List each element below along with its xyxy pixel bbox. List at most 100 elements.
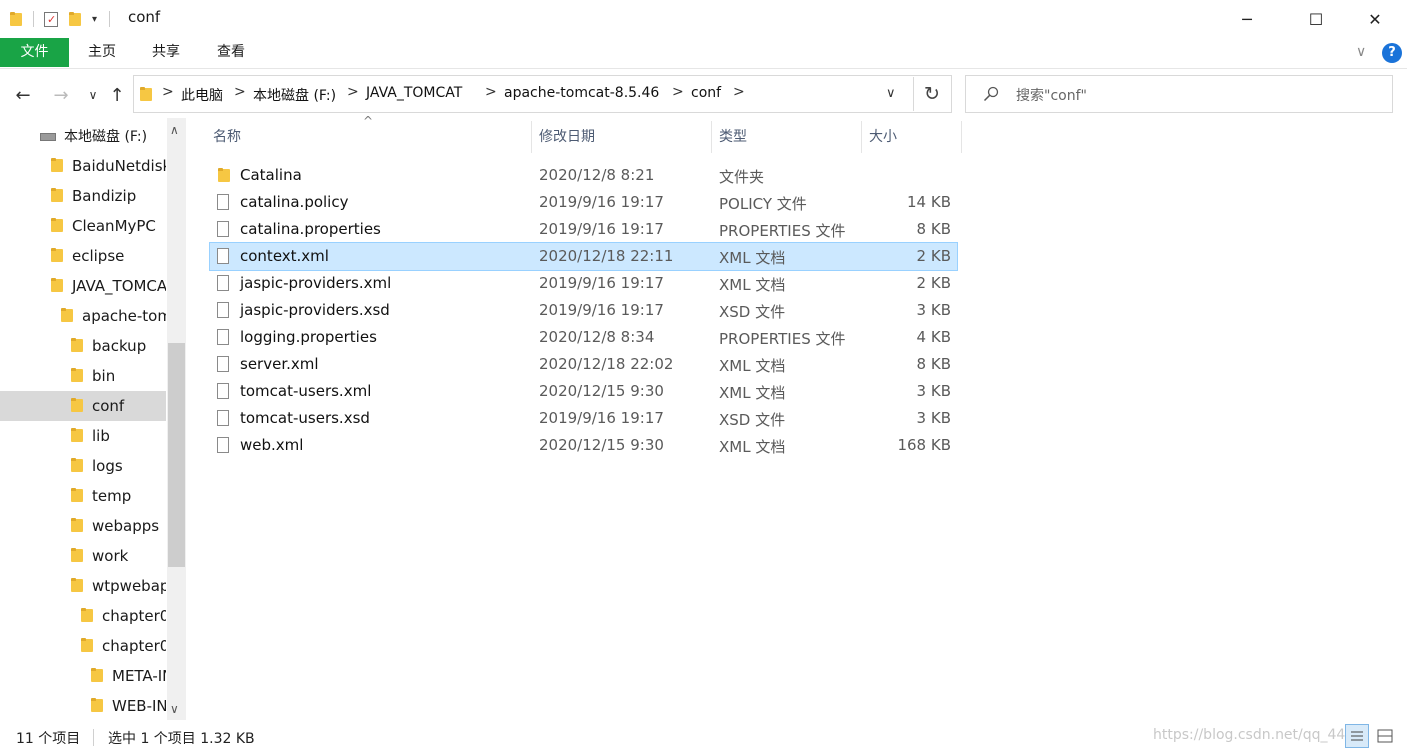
nav-item[interactable]: CleanMyPC bbox=[0, 211, 166, 241]
breadcrumb-conf[interactable]: conf bbox=[691, 85, 721, 101]
column-header-name[interactable]: 名称 bbox=[213, 127, 241, 151]
breadcrumb-separator[interactable]: > bbox=[162, 84, 174, 100]
expand-ribbon-icon[interactable]: ∨ bbox=[1356, 44, 1366, 60]
file-size: 14 KB bbox=[907, 193, 951, 211]
file-row[interactable]: jaspic-providers.xsd 2019/9/16 19:17 XSD 文… bbox=[210, 297, 957, 324]
toolbar-divider bbox=[33, 11, 34, 27]
file-row[interactable]: tomcat-users.xsd 2019/9/16 19:17 XSD 文件 3 K… bbox=[210, 405, 957, 432]
column-divider[interactable] bbox=[711, 121, 712, 153]
nav-item[interactable]: logs bbox=[0, 451, 166, 481]
tab-share[interactable]: 共享 bbox=[143, 38, 189, 67]
file-row[interactable]: logging.properties 2020/12/8 8:34 PROPERTI… bbox=[210, 324, 957, 351]
nav-item[interactable]: chapter0 bbox=[0, 601, 166, 631]
file-name: catalina.properties bbox=[240, 220, 381, 238]
back-button[interactable]: ← bbox=[10, 82, 36, 108]
file-row[interactable]: Catalina 2020/12/8 8:21 文件夹 bbox=[210, 162, 957, 189]
column-header-type[interactable]: 类型 bbox=[719, 127, 747, 151]
folder-icon bbox=[50, 187, 64, 203]
file-row[interactable]: context.xml 2020/12/18 22:11 XML 文档 2 KB bbox=[209, 242, 958, 271]
nav-item-label: temp bbox=[92, 487, 132, 505]
file-size: 2 KB bbox=[916, 274, 951, 292]
nav-item[interactable]: wtpwebapps bbox=[0, 571, 166, 601]
nav-item[interactable]: apache-tomcat-8.5.46 bbox=[0, 301, 166, 331]
help-icon[interactable]: ? bbox=[1382, 43, 1402, 63]
nav-item[interactable]: conf bbox=[0, 391, 166, 421]
file-row[interactable]: server.xml 2020/12/18 22:02 XML 文档 8 KB bbox=[210, 351, 957, 378]
column-header-size[interactable]: 大小 bbox=[869, 127, 897, 151]
search-input[interactable]: 搜索"conf" bbox=[1016, 85, 1087, 105]
recent-locations-button[interactable]: ∨ bbox=[80, 82, 106, 108]
nav-item[interactable]: bin bbox=[0, 361, 166, 391]
nav-item[interactable]: Bandizip bbox=[0, 181, 166, 211]
column-divider[interactable] bbox=[531, 121, 532, 153]
breadcrumb-separator[interactable]: > bbox=[733, 84, 745, 100]
nav-item[interactable]: chapter0 bbox=[0, 631, 166, 661]
nav-item[interactable]: temp bbox=[0, 481, 166, 511]
nav-item[interactable]: META-INF bbox=[0, 661, 166, 691]
nav-item-label: webapps bbox=[92, 517, 160, 535]
file-row[interactable]: tomcat-users.xml 2020/12/15 9:30 XML 文档 3 K… bbox=[210, 378, 957, 405]
nav-item[interactable]: BaiduNetdisk bbox=[0, 151, 166, 181]
tab-file[interactable]: 文件 bbox=[0, 38, 69, 67]
file-row[interactable]: catalina.properties 2019/9/16 19:17 PROPER… bbox=[210, 216, 957, 243]
column-divider[interactable] bbox=[861, 121, 862, 153]
file-row[interactable]: catalina.policy 2019/9/16 19:17 POLICY 文件 1… bbox=[210, 189, 957, 216]
folder-icon bbox=[90, 667, 104, 683]
breadcrumb-separator[interactable]: > bbox=[485, 84, 497, 100]
new-folder-icon[interactable] bbox=[68, 11, 82, 27]
breadcrumb-drive[interactable]: 本地磁盘 (F:) bbox=[253, 85, 336, 105]
file-type: XSD 文件 bbox=[719, 411, 786, 429]
file-type: XML 文档 bbox=[719, 438, 786, 456]
file-date: 2019/9/16 19:17 bbox=[539, 220, 664, 238]
breadcrumb-this-pc[interactable]: 此电脑 bbox=[181, 85, 223, 105]
nav-item-label: eclipse bbox=[72, 247, 125, 265]
breadcrumb-apache-tomcat[interactable]: apache-tomcat-8.5.46 bbox=[504, 85, 659, 101]
scroll-down-icon[interactable]: ∨ bbox=[170, 702, 179, 716]
nav-item[interactable]: JAVA_TOMCAT bbox=[0, 271, 166, 301]
address-dropdown-icon[interactable]: ∨ bbox=[886, 86, 896, 101]
nav-item[interactable]: 本地磁盘 (F:) bbox=[0, 121, 166, 151]
breadcrumb-java-tomcat[interactable]: JAVA_TOMCAT bbox=[366, 85, 462, 101]
details-view-button[interactable] bbox=[1345, 724, 1369, 748]
folder-icon bbox=[80, 607, 94, 623]
close-button[interactable]: ✕ bbox=[1352, 0, 1398, 38]
file-type: PROPERTIES 文件 bbox=[719, 330, 846, 348]
file-date: 2019/9/16 19:17 bbox=[539, 274, 664, 292]
file-date: 2020/12/18 22:11 bbox=[539, 247, 674, 265]
up-button[interactable]: ↑ bbox=[104, 82, 130, 108]
nav-item-label: lib bbox=[92, 427, 110, 445]
status-divider bbox=[93, 729, 94, 746]
tab-home[interactable]: 主页 bbox=[79, 38, 125, 67]
column-header-date[interactable]: 修改日期 bbox=[539, 127, 595, 151]
file-row[interactable]: web.xml 2020/12/15 9:30 XML 文档 168 KB bbox=[210, 432, 957, 459]
nav-item[interactable]: WEB-INF bbox=[0, 691, 166, 721]
nav-item[interactable]: backup bbox=[0, 331, 166, 361]
breadcrumb-separator[interactable]: > bbox=[234, 84, 246, 100]
file-type: PROPERTIES 文件 bbox=[719, 222, 846, 240]
scroll-up-icon[interactable]: ∧ bbox=[170, 123, 179, 137]
nav-item[interactable]: lib bbox=[0, 421, 166, 451]
file-row[interactable]: jaspic-providers.xml 2019/9/16 19:17 XML 文… bbox=[210, 270, 957, 297]
nav-item[interactable]: work bbox=[0, 541, 166, 571]
file-date: 2019/9/16 19:17 bbox=[539, 193, 664, 211]
tab-view[interactable]: 查看 bbox=[208, 38, 254, 67]
refresh-icon[interactable]: ↻ bbox=[924, 83, 940, 105]
folder-icon bbox=[60, 307, 74, 323]
file-date: 2020/12/8 8:34 bbox=[539, 328, 655, 346]
nav-scrollbar-thumb[interactable] bbox=[168, 343, 185, 567]
file-size: 168 KB bbox=[897, 436, 951, 454]
folder-icon bbox=[50, 217, 64, 233]
minimize-button[interactable]: ─ bbox=[1224, 0, 1270, 38]
properties-icon[interactable]: ✓ bbox=[44, 11, 58, 27]
breadcrumb-separator[interactable]: > bbox=[347, 84, 359, 100]
customize-toolbar-icon[interactable]: ▾ bbox=[92, 14, 97, 25]
toolbar-divider bbox=[109, 11, 111, 27]
breadcrumb-separator[interactable]: > bbox=[672, 84, 684, 100]
nav-item[interactable]: eclipse bbox=[0, 241, 166, 271]
forward-button[interactable]: → bbox=[48, 82, 74, 108]
nav-item[interactable]: webapps bbox=[0, 511, 166, 541]
large-icons-view-button[interactable] bbox=[1375, 726, 1395, 746]
column-divider[interactable] bbox=[961, 121, 962, 153]
maximize-button[interactable]: ☐ bbox=[1293, 0, 1339, 38]
nav-item-label: META-INF bbox=[112, 667, 166, 685]
